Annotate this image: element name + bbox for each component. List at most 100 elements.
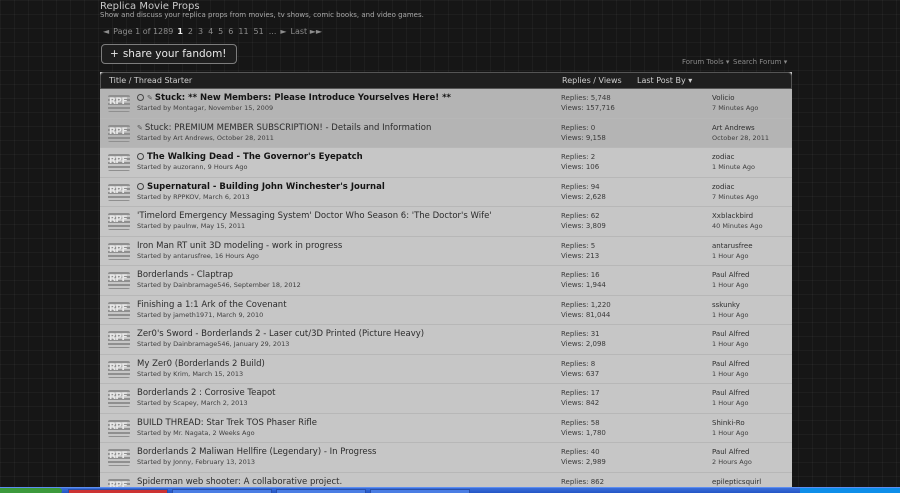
search-forum-menu[interactable]: Search Forum ▾	[733, 58, 787, 66]
thread-title-link[interactable]: Zer0's Sword - Borderlands 2 - Laser cut…	[137, 329, 424, 339]
rpf-logo-icon	[108, 95, 130, 112]
rpf-logo-icon	[108, 272, 130, 289]
last-post-time: 1 Hour Ago	[712, 251, 749, 260]
forum-description: Show and discuss your replica props from…	[100, 11, 424, 19]
rpf-logo-icon	[108, 301, 130, 319]
thread-title-link[interactable]: ✎ Stuck: PREMIUM MEMBER SUBSCRIPTION! - D…	[137, 123, 431, 133]
col-title-header[interactable]: Title / Thread Starter	[109, 76, 192, 85]
taskbar	[0, 487, 900, 493]
view-count: Views: 1,780	[561, 428, 606, 437]
page-link[interactable]: 3	[198, 27, 203, 36]
pin-icon: ✎	[137, 123, 143, 132]
thread-status-icon	[137, 153, 144, 160]
rpf-logo-icon	[108, 154, 130, 171]
pin-icon: ✎	[147, 94, 153, 102]
last-post-user-link[interactable]: Paul Alfred	[712, 271, 749, 279]
last-post-user-link[interactable]: Paul Alfred	[712, 448, 749, 456]
view-count: Views: 213	[561, 251, 600, 260]
thread-title-text: Supernatural - Building John Winchester'…	[147, 181, 385, 192]
last-page-link[interactable]: Last ►►	[291, 27, 323, 36]
taskbar-item[interactable]	[276, 489, 366, 493]
rpf-logo-icon	[108, 242, 130, 260]
thread-title-link[interactable]: BUILD THREAD: Star Trek TOS Phaser Rifle	[137, 418, 317, 428]
reply-count: Replies: 31	[561, 330, 600, 338]
last-post-user-link[interactable]: antarusfree	[712, 242, 753, 250]
reply-count: Replies: 40	[561, 448, 600, 456]
last-post-user-link[interactable]: Xxblackbird	[712, 212, 753, 220]
thread-title-link[interactable]: ✎ Stuck: ** New Members: Please Introduce…	[137, 93, 451, 103]
thread-title-link[interactable]: Supernatural - Building John Winchester'…	[137, 182, 385, 192]
thread-starter: Started by Art Andrews, October 28, 2011	[137, 133, 274, 142]
view-count: Views: 9,158	[561, 133, 606, 142]
thread-starter: Started by Montagar, November 15, 2009	[137, 104, 274, 112]
thread-starter: Started by Mr. Nagata, 2 Weeks Ago	[137, 428, 255, 437]
last-post-time: 1 Hour Ago	[712, 310, 749, 319]
thread-title-link[interactable]: 'Timelord Emergency Messaging System' Do…	[137, 211, 492, 221]
table-header: Title / Thread Starter Replies / Views L…	[100, 72, 792, 89]
thread-title-link[interactable]: Borderlands 2 Maliwan Hellfire (Legendar…	[137, 447, 376, 457]
last-post-user-link[interactable]: Volicio	[712, 94, 735, 102]
thread-starter: Started by Krim, March 15, 2013	[137, 369, 244, 378]
share-fandom-button[interactable]: + share your fandom!	[101, 44, 237, 64]
last-post-time: October 28, 2011	[712, 133, 770, 142]
last-post-user-link[interactable]: Paul Alfred	[712, 360, 749, 368]
table-row: Borderlands - ClaptrapStarted by Dainbra…	[100, 266, 792, 296]
thread-title-text: Iron Man RT unit 3D modeling - work in p…	[137, 240, 343, 251]
last-post-user-link[interactable]: Shinki-Ro	[712, 419, 745, 427]
reply-count: Replies: 0	[561, 123, 596, 132]
last-post-user-link[interactable]: zodiac	[712, 153, 734, 161]
page-link[interactable]: ...	[269, 27, 277, 36]
thread-list: ✎Stuck: ** New Members: Please Introduce…	[100, 89, 792, 493]
last-post-user-link[interactable]: Paul Alfred	[712, 389, 749, 397]
taskbar-item[interactable]	[370, 489, 470, 493]
table-row: Zer0's Sword - Borderlands 2 - Laser cut…	[100, 325, 792, 355]
last-post-time: 1 Hour Ago	[712, 340, 749, 348]
page-link[interactable]: 5	[218, 27, 223, 36]
table-row: My Zer0 (Borderlands 2 Build)Started by …	[100, 355, 792, 384]
thread-starter: Started by Scapey, March 2, 2013	[137, 399, 248, 407]
page-link[interactable]: 1	[177, 27, 183, 36]
thread-title-link[interactable]: Iron Man RT unit 3D modeling - work in p…	[137, 241, 342, 251]
last-post-user-link[interactable]: Paul Alfred	[712, 330, 749, 338]
share-fandom-label: share your fandom!	[122, 48, 227, 60]
start-button[interactable]	[0, 488, 62, 493]
reply-count: Replies: 1,220	[561, 300, 611, 309]
page-link[interactable]: 2	[188, 27, 193, 36]
forum-tools-menu[interactable]: Forum Tools ▾	[682, 58, 729, 66]
last-post-user-link[interactable]: zodiac	[712, 183, 734, 191]
thread-title-text: Zer0's Sword - Borderlands 2 - Laser cut…	[137, 329, 425, 339]
last-post-user-link[interactable]: Art Andrews	[712, 124, 755, 132]
last-post-user-link[interactable]: sskunky	[712, 301, 740, 309]
thread-title-link[interactable]: The Walking Dead - The Governor's Eyepat…	[137, 152, 363, 162]
view-count: Views: 81,044	[561, 310, 611, 319]
page-link[interactable]: 4	[208, 27, 213, 36]
thread-title-link[interactable]: Finishing a 1:1 Ark of the Covenant	[137, 300, 287, 310]
page-link[interactable]: 51	[254, 27, 264, 36]
thread-title-text: Spiderman web shooter: A collaborative p…	[137, 476, 343, 487]
last-post-user-link[interactable]: epilepticsquirl	[712, 478, 761, 486]
table-row: BUILD THREAD: Star Trek TOS Phaser Rifle…	[100, 414, 792, 443]
thread-starter: Started by jameth1971, March 9, 2010	[137, 310, 264, 319]
col-stats-header[interactable]: Replies / Views	[562, 76, 622, 85]
col-lastpost-header[interactable]: Last Post By ▾	[637, 76, 692, 85]
thread-title-link[interactable]: Spiderman web shooter: A collaborative p…	[137, 477, 342, 487]
prev-page-button[interactable]: ◄	[103, 27, 109, 36]
thread-starter: Started by auzorann, 9 Hours Ago	[137, 163, 248, 171]
thread-title-link[interactable]: Borderlands 2 : Corrosive Teapot	[137, 388, 276, 398]
table-row: Borderlands 2 Maliwan Hellfire (Legendar…	[100, 443, 792, 473]
thread-title-text: 'Timelord Emergency Messaging System' Do…	[137, 211, 492, 221]
rpf-logo-icon	[108, 213, 130, 230]
taskbar-item[interactable]	[68, 489, 168, 493]
next-page-button[interactable]: ►	[280, 27, 286, 36]
page-link[interactable]: 6	[228, 27, 233, 36]
last-post-time: 1 Hour Ago	[712, 428, 749, 437]
thread-title-link[interactable]: Borderlands - Claptrap	[137, 270, 233, 280]
page-link[interactable]: 11	[238, 27, 248, 36]
thread-title-link[interactable]: My Zer0 (Borderlands 2 Build)	[137, 359, 265, 369]
table-row: 'Timelord Emergency Messaging System' Do…	[100, 207, 792, 237]
rpf-logo-icon	[108, 124, 130, 142]
plus-icon: +	[110, 48, 119, 60]
reply-count: Replies: 862	[561, 477, 605, 486]
taskbar-item[interactable]	[172, 489, 272, 493]
thread-title-text: Stuck: ** New Members: Please Introduce …	[154, 93, 451, 103]
